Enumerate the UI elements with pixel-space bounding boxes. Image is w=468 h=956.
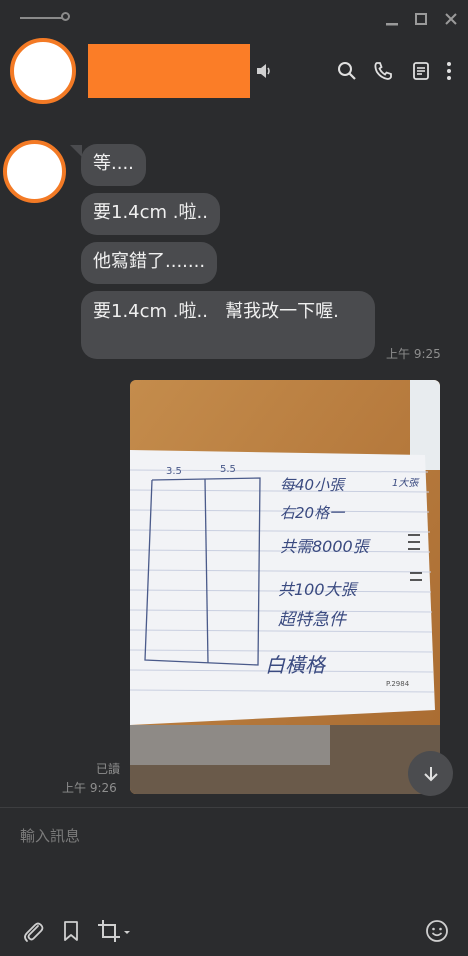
pin-icon[interactable]: [20, 17, 62, 19]
photo-text-line4: 共需8000張: [280, 537, 372, 556]
message-timestamp: 上午 9:26: [62, 781, 117, 795]
contact-avatar[interactable]: [10, 38, 76, 104]
sender-avatar[interactable]: [3, 140, 66, 203]
photo-label-left: 3.5: [166, 466, 182, 477]
crop-icon[interactable]: [96, 918, 130, 944]
composer-divider: [0, 807, 468, 808]
title-bar: [0, 0, 468, 36]
emoji-icon[interactable]: [424, 918, 450, 944]
bubble-tail: [70, 145, 82, 157]
paperclip-icon[interactable]: [20, 918, 46, 944]
arrow-down-icon: [423, 766, 438, 781]
photo-text-line1: 每40小張: [280, 476, 346, 494]
photo-text-line3: 右20格一: [280, 504, 346, 522]
message-bubble[interactable]: 等....: [81, 144, 146, 186]
notes-icon[interactable]: [410, 60, 432, 82]
more-vertical-icon[interactable]: [444, 60, 466, 82]
pin-icon-dot[interactable]: [61, 12, 70, 21]
scroll-down-button[interactable]: [408, 751, 453, 796]
message-timestamp: 上午 9:25: [386, 347, 441, 361]
message-input[interactable]: [18, 822, 442, 850]
close-icon[interactable]: [440, 8, 462, 30]
photo-message[interactable]: 3.5 5.5 每40小張 1大張 右20格一 共需8000張 共100大張 超…: [130, 380, 440, 794]
message-bubble[interactable]: 他寫錯了.......: [81, 242, 218, 284]
speaker-icon[interactable]: [255, 62, 273, 80]
bookmark-icon[interactable]: [58, 918, 84, 944]
maximize-icon[interactable]: [410, 8, 432, 30]
contact-name-redacted[interactable]: [88, 44, 250, 98]
message-bubble[interactable]: 要1.4cm .啦..: [81, 193, 220, 235]
photo-label-right: 5.5: [220, 464, 236, 475]
message-bubble[interactable]: 要1.4cm .啦.. 幫我改一下喔.: [81, 291, 375, 359]
photo-text-line6: 超特急件: [278, 610, 348, 630]
photo-text-line2: 1大張: [392, 477, 420, 489]
photo-text-line5: 共100大張: [278, 580, 360, 599]
read-receipt: 已讀: [96, 762, 121, 776]
photo-stamp: P.2984: [386, 680, 410, 688]
minimize-icon[interactable]: [381, 8, 403, 30]
photo-text-line7: 白橫格: [265, 653, 327, 677]
search-icon[interactable]: [336, 60, 358, 82]
phone-icon[interactable]: [372, 60, 394, 82]
